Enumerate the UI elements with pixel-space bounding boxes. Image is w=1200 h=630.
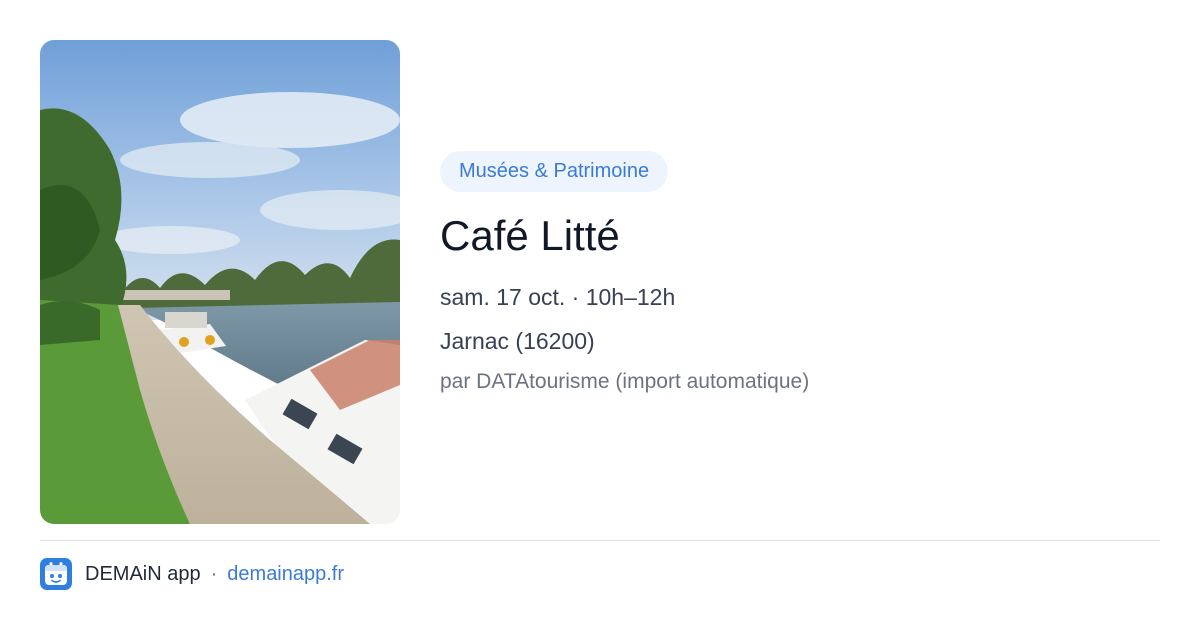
footer-separator: · <box>210 562 218 585</box>
demain-app-logo-icon <box>40 558 72 590</box>
event-title: Café Litté <box>440 212 620 259</box>
app-domain-link[interactable]: demainapp.fr <box>227 563 344 586</box>
event-location: Jarnac (16200) <box>440 328 595 354</box>
footer: DEMAiN app · demainapp.fr <box>40 558 344 590</box>
event-source: par DATAtourisme (import automatique) <box>440 370 810 393</box>
event-details: Musées & Patrimoine Café Litté sam. 17 o… <box>440 151 1160 396</box>
footer-divider <box>40 540 1160 541</box>
event-photo <box>40 40 400 524</box>
event-card: Musées & Patrimoine Café Litté sam. 17 o… <box>0 0 1200 630</box>
category-badge[interactable]: Musées & Patrimoine <box>440 151 669 192</box>
app-name: DEMAiN app <box>85 562 201 585</box>
event-datetime: sam. 17 oct. · 10h–12h <box>440 284 676 310</box>
